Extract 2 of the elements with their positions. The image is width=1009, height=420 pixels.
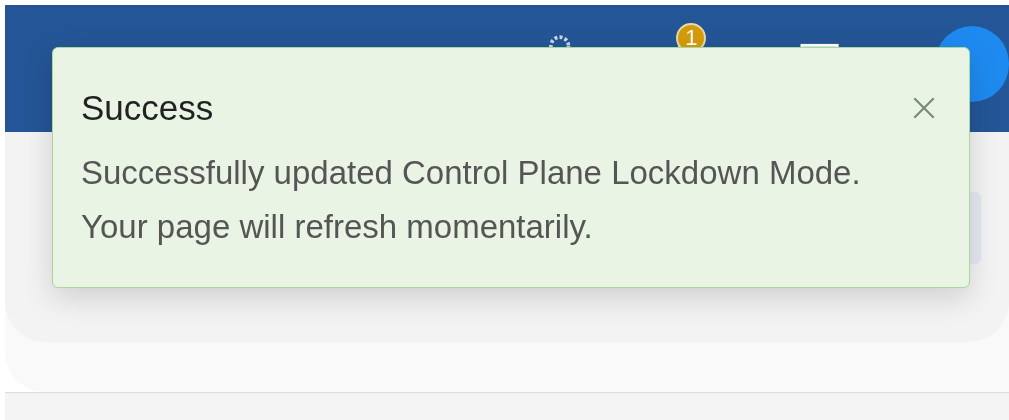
toast-title: Success — [81, 88, 214, 128]
toast-message: Successfully updated Control Plane Lockdown Mode. Your page will refresh momentarily. — [81, 153, 862, 247]
